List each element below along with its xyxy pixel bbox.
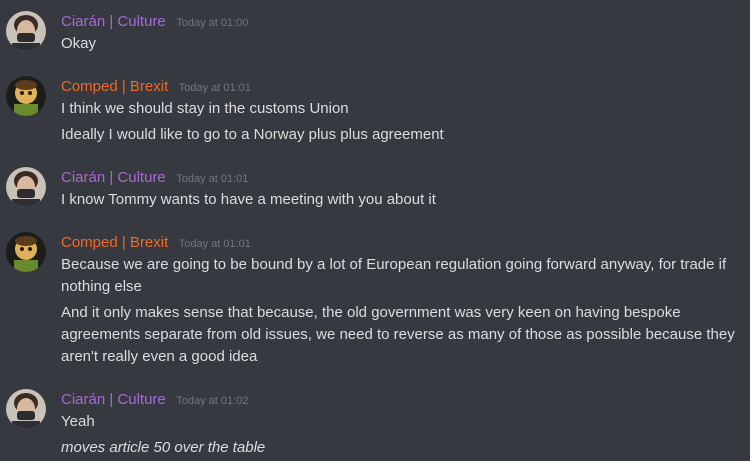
timestamp: Today at 01:01 (178, 82, 251, 94)
username[interactable]: Ciarán | Culture (61, 13, 166, 30)
cartoon-character-avatar[interactable] (6, 232, 46, 272)
username[interactable]: Ciarán | Culture (61, 391, 166, 408)
message-text: Ideally I would like to go to a Norway p… (61, 126, 444, 143)
cartoon-character-avatar[interactable] (6, 76, 46, 116)
username[interactable]: Comped | Brexit (61, 234, 168, 251)
chat-message-list: Ciarán | Culture Today at 01:00 Okay Com… (0, 0, 750, 461)
message-text: I think we should stay in the customs Un… (61, 100, 349, 117)
masked-person-avatar[interactable] (6, 167, 46, 207)
timestamp: Today at 01:01 (178, 238, 251, 250)
message-text: moves article 50 over the table (61, 439, 266, 456)
masked-person-avatar[interactable] (6, 389, 46, 429)
username[interactable]: Comped | Brexit (61, 78, 168, 95)
timestamp: Today at 01:00 (176, 17, 249, 29)
message-text: I know Tommy wants to have a meeting wit… (61, 191, 436, 208)
username[interactable]: Ciarán | Culture (61, 169, 166, 186)
timestamp: Today at 01:02 (176, 395, 249, 407)
masked-person-avatar[interactable] (6, 11, 46, 51)
message-text: Yeah (61, 413, 95, 430)
message-text: And it only makes sense that because, th… (61, 304, 735, 365)
timestamp: Today at 01:01 (176, 173, 249, 185)
message-text: Okay (61, 35, 97, 52)
message-text: Because we are going to be bound by a lo… (61, 256, 727, 295)
